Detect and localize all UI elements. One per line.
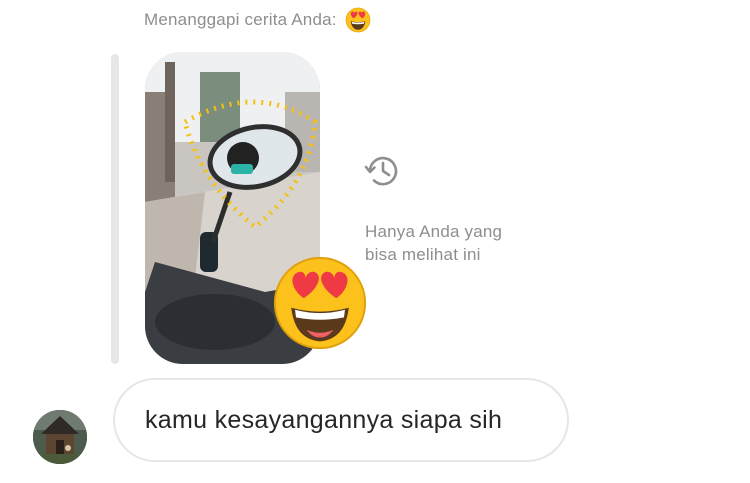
story-reply-header: Menanggapi cerita Anda: — [144, 6, 371, 34]
chat-thread: Menanggapi cerita Anda: Hanya Anda yang … — [0, 0, 750, 483]
story-reply-label: Menanggapi cerita Anda: — [144, 10, 337, 29]
message-bubble[interactable]: kamu kesayangannya siapa sih — [113, 378, 569, 462]
sender-avatar[interactable] — [33, 410, 87, 464]
heart-eyes-emoji-icon — [345, 7, 371, 33]
reply-quote-bar — [111, 54, 119, 364]
expired-notice-line1: Hanya Anda yang — [365, 222, 503, 241]
history-clock-icon — [362, 150, 404, 192]
message-text: kamu kesayangannya siapa sih — [145, 405, 503, 434]
expired-story-notice: Hanya Anda yang bisa melihat ini — [365, 220, 585, 266]
story-reaction-emoji-icon — [272, 255, 368, 351]
expired-notice-line2: bisa melihat ini — [365, 245, 481, 264]
